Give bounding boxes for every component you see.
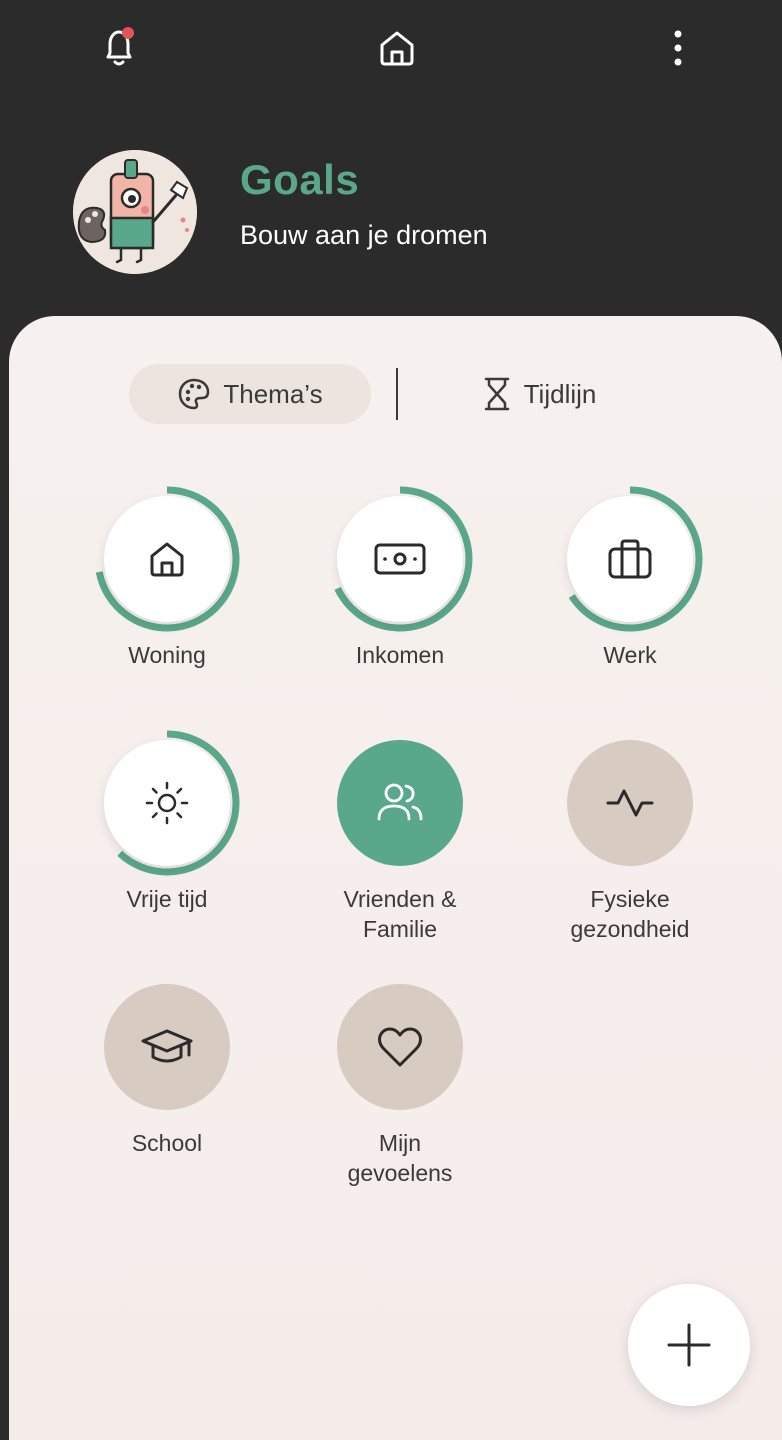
theme-mijn-gevoelens[interactable]: Mijn gevoelens	[310, 972, 490, 1188]
home-icon	[380, 31, 414, 66]
tab-tijdlijn-label: Tijdlijn	[523, 378, 597, 409]
page-title: Goals	[240, 156, 360, 203]
goals-mascot-avatar	[73, 150, 197, 274]
activity-icon	[606, 789, 654, 817]
tab-themas-label: Thema’s	[223, 378, 323, 409]
briefcase-icon	[608, 539, 652, 579]
mascot-illustration	[73, 150, 197, 274]
content-panel: Thema’s Tijdlijn Woning Inkomen Werk Vri…	[9, 316, 782, 1440]
theme-school[interactable]: School	[77, 972, 257, 1158]
theme-vrienden-familie[interactable]: Vrienden & Familie	[310, 728, 490, 944]
theme-label: Vrije tijd	[126, 886, 208, 912]
hourglass-icon	[484, 377, 509, 411]
theme-inkomen[interactable]: Inkomen	[310, 484, 490, 670]
theme-label: Fysieke gezondheid	[570, 886, 690, 942]
bell-icon	[106, 27, 134, 66]
home-icon	[150, 542, 184, 577]
theme-label: Mijn gevoelens	[347, 1130, 453, 1186]
banknote-icon	[374, 543, 426, 575]
more-options-button[interactable]	[650, 18, 706, 78]
top-bar	[0, 0, 782, 100]
page-subtitle: Bouw aan je dromen	[240, 220, 488, 250]
view-tabs: Thema’s Tijdlijn	[9, 364, 782, 426]
theme-icon-circle	[567, 740, 693, 866]
users-icon	[377, 783, 423, 821]
theme-icon-circle	[104, 740, 230, 866]
theme-icon-circle	[337, 496, 463, 622]
theme-icon-circle	[567, 496, 693, 622]
theme-icon-circle	[104, 984, 230, 1110]
graduation-cap-icon	[141, 1029, 193, 1063]
theme-label: Woning	[128, 642, 206, 668]
home-button[interactable]	[369, 18, 425, 78]
tab-divider	[396, 368, 398, 420]
sun-icon	[145, 781, 189, 825]
theme-label: Inkomen	[355, 642, 445, 668]
palette-icon	[179, 378, 210, 410]
theme-fysieke-gezondheid[interactable]: Fysieke gezondheid	[540, 728, 720, 944]
theme-label: Werk	[603, 642, 657, 668]
notification-dot	[122, 27, 134, 39]
theme-label: School	[131, 1130, 203, 1156]
theme-vrije-tijd[interactable]: Vrije tijd	[77, 728, 257, 914]
goals-header: Goals Bouw aan je dromen	[0, 140, 782, 290]
theme-woning[interactable]: Woning	[77, 484, 257, 670]
theme-icon-circle	[337, 984, 463, 1110]
theme-icon-circle	[337, 740, 463, 866]
theme-icon-circle	[104, 496, 230, 622]
theme-label: Vrienden & Familie	[343, 886, 457, 942]
theme-werk[interactable]: Werk	[540, 484, 720, 670]
heart-icon	[378, 1027, 422, 1067]
notifications-button[interactable]	[91, 18, 147, 78]
plus-icon	[667, 1323, 711, 1367]
tab-themas[interactable]: Thema’s	[129, 364, 371, 424]
add-goal-button[interactable]	[628, 1284, 750, 1406]
more-vertical-icon	[674, 30, 682, 66]
tab-tijdlijn[interactable]: Tijdlijn	[449, 364, 629, 424]
